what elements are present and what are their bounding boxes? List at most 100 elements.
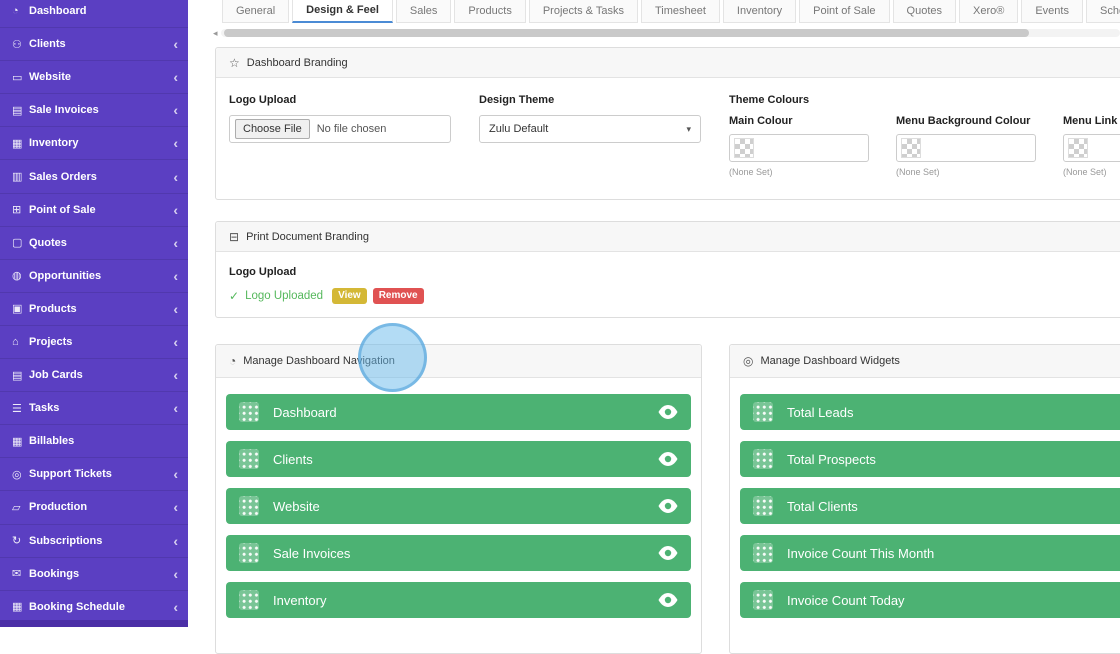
sidebar-item-projects[interactable]: ⌂ Projects ‹ bbox=[0, 326, 188, 360]
sidebar-item-point-of-sale[interactable]: ⊞ Point of Sale ‹ bbox=[0, 194, 188, 227]
tab-inventory[interactable]: Inventory bbox=[722, 0, 797, 23]
nav-sort-item-inventory[interactable]: Inventory bbox=[226, 582, 691, 618]
nav-sort-item-clients[interactable]: Clients bbox=[226, 441, 691, 477]
sidebar-item-bookings[interactable]: ✉ Bookings ‹ bbox=[0, 558, 188, 591]
sidebar-item-label: Clients bbox=[29, 38, 66, 51]
tab-sales[interactable]: Sales bbox=[395, 0, 452, 23]
sidebar-item-label: Point of Sale bbox=[29, 203, 96, 216]
sidebar-item-job-cards[interactable]: ▤ Job Cards ‹ bbox=[0, 359, 188, 393]
scrollbar-thumb[interactable] bbox=[223, 29, 1029, 37]
eye-icon[interactable] bbox=[658, 452, 678, 466]
remove-logo-button[interactable]: Remove bbox=[372, 288, 424, 304]
sidebar-item-inventory[interactable]: ▦ Inventory ‹ bbox=[0, 127, 188, 161]
tab-point-of-sale[interactable]: Point of Sale bbox=[799, 0, 890, 23]
sidebar-item-label: Billables bbox=[29, 435, 75, 448]
tab-timesheet[interactable]: Timesheet bbox=[640, 0, 720, 23]
sidebar-item-support-tickets[interactable]: ◎ Support Tickets ‹ bbox=[0, 458, 188, 492]
sidebar-item-sales-orders[interactable]: ▥ Sales Orders ‹ bbox=[0, 160, 188, 194]
drag-handle-icon[interactable] bbox=[753, 402, 773, 422]
chevron-left-icon: ‹ bbox=[173, 400, 178, 417]
sidebar-item-icon: ▦ bbox=[12, 601, 23, 614]
sidebar-item-products[interactable]: ▣ Products ‹ bbox=[0, 293, 188, 326]
eye-icon[interactable] bbox=[658, 405, 678, 419]
drag-handle-icon[interactable] bbox=[753, 543, 773, 563]
eye-icon[interactable] bbox=[658, 593, 678, 607]
colour-picker-menu-link-colour[interactable] bbox=[1063, 134, 1120, 162]
logo-uploaded-status: Logo Uploaded bbox=[245, 290, 324, 302]
chevron-left-icon: ‹ bbox=[173, 300, 178, 317]
widget-sort-item-total-clients[interactable]: Total Clients bbox=[740, 488, 1120, 524]
scroll-left-icon[interactable]: ◂ bbox=[213, 28, 218, 38]
horizontal-scrollbar: ◂ bbox=[213, 27, 1120, 39]
tab-schedule[interactable]: Schedule bbox=[1085, 0, 1120, 23]
widget-sort-item-invoice-count-this-month[interactable]: Invoice Count This Month bbox=[740, 535, 1120, 571]
colour-none-set-text: (None Set) bbox=[729, 167, 773, 177]
widget-item-label: Total Clients bbox=[787, 498, 858, 514]
sidebar-item-icon: ⌂ bbox=[12, 335, 19, 348]
tab-projects-tasks[interactable]: Projects & Tasks bbox=[528, 0, 638, 23]
sidebar-item-production[interactable]: ▱ Production ‹ bbox=[0, 491, 188, 525]
manage-widgets-icon: ◎ bbox=[743, 354, 754, 368]
drag-handle-icon[interactable] bbox=[239, 543, 259, 563]
dashboard-branding-body: Logo Upload Choose File No file chosen D… bbox=[216, 78, 1120, 193]
sidebar-item-label: Production bbox=[29, 501, 88, 514]
transparent-swatch-icon bbox=[901, 138, 921, 158]
sidebar-item-dashboard[interactable]: ◔ Dashboard ‹ bbox=[0, 0, 188, 29]
colour-picker-group: Menu Link Colour (None Set) bbox=[1063, 115, 1120, 177]
sidebar-item-sale-invoices[interactable]: ▤ Sale Invoices ‹ bbox=[0, 94, 188, 128]
drag-handle-icon[interactable] bbox=[753, 496, 773, 516]
colour-label-menu-link-colour: Menu Link Colour bbox=[1063, 115, 1120, 127]
sidebar-item-clients[interactable]: ⚇ Clients ‹ bbox=[0, 28, 188, 62]
sidebar-item-tasks[interactable]: ☰ Tasks ‹ bbox=[0, 392, 188, 426]
widget-sort-item-invoice-count-today[interactable]: Invoice Count Today bbox=[740, 582, 1120, 618]
sidebar-item-label: Bookings bbox=[29, 567, 80, 580]
tab-xero[interactable]: Xero® bbox=[959, 0, 1019, 23]
sidebar-item-website[interactable]: ▭ Website ‹ bbox=[0, 61, 188, 95]
drag-handle-icon[interactable] bbox=[753, 590, 773, 610]
chevron-left-icon: ‹ bbox=[173, 367, 178, 384]
colour-picker-main-colour[interactable] bbox=[729, 134, 869, 162]
drag-handle-icon[interactable] bbox=[239, 496, 259, 516]
nav-sort-item-website[interactable]: Website bbox=[226, 488, 691, 524]
drag-handle-icon[interactable] bbox=[239, 590, 259, 610]
tab-design-feel[interactable]: Design & Feel bbox=[292, 0, 393, 23]
scrollbar-track[interactable] bbox=[220, 29, 1120, 37]
dashboard-branding-card: ☆ Dashboard Branding Logo Upload Choose … bbox=[215, 47, 1120, 200]
chevron-left-icon: ‹ bbox=[173, 234, 178, 251]
design-theme-select[interactable]: Zulu Default ▾ bbox=[479, 115, 701, 143]
tab-events[interactable]: Events bbox=[1021, 0, 1083, 23]
nav-sort-item-sale-invoices[interactable]: Sale Invoices bbox=[226, 535, 691, 571]
sidebar-item-label: Tasks bbox=[29, 402, 60, 415]
colour-picker-menu-background-colour[interactable] bbox=[896, 134, 1036, 162]
eye-icon[interactable] bbox=[658, 499, 678, 513]
sidebar-item-booking-schedule[interactable]: ▦ Booking Schedule ‹ bbox=[0, 591, 188, 624]
chevron-left-icon: ‹ bbox=[173, 532, 178, 549]
drag-handle-icon[interactable] bbox=[753, 449, 773, 469]
tab-quotes[interactable]: Quotes bbox=[892, 0, 956, 23]
sidebar-item-partial[interactable] bbox=[0, 620, 188, 627]
tab-label: Schedule bbox=[1099, 5, 1120, 17]
widget-sort-item-total-leads[interactable]: Total Leads bbox=[740, 394, 1120, 430]
sidebar-item-icon: ☰ bbox=[12, 402, 22, 415]
sidebar-item-billables[interactable]: ▦ Billables ‹ bbox=[0, 425, 188, 459]
sidebar-item-quotes[interactable]: ▢ Quotes ‹ bbox=[0, 227, 188, 260]
tab-products[interactable]: Products bbox=[454, 0, 526, 23]
nav-sort-item-dashboard[interactable]: Dashboard bbox=[226, 394, 691, 430]
sidebar-item-opportunities[interactable]: ◍ Opportunities ‹ bbox=[0, 260, 188, 293]
manage-navigation-icon: ◔ bbox=[229, 354, 237, 368]
logo-file-input[interactable]: Choose File No file chosen bbox=[229, 115, 451, 143]
sidebar-item-icon: ↻ bbox=[12, 535, 22, 548]
tab-general[interactable]: General bbox=[222, 0, 290, 23]
sidebar-item-icon: ▢ bbox=[12, 237, 23, 250]
choose-file-button[interactable]: Choose File bbox=[235, 119, 310, 139]
design-theme-field: Design Theme Zulu Default ▾ bbox=[479, 94, 729, 177]
sidebar-item-subscriptions[interactable]: ↻ Subscriptions ‹ bbox=[0, 525, 188, 558]
drag-handle-icon[interactable] bbox=[239, 402, 259, 422]
drag-handle-icon[interactable] bbox=[239, 449, 259, 469]
manage-widgets-panel: ◎ Manage Dashboard Widgets Total Leads T… bbox=[729, 344, 1120, 654]
widget-sort-item-total-prospects[interactable]: Total Prospects bbox=[740, 441, 1120, 477]
chevron-left-icon: ‹ bbox=[173, 466, 178, 483]
eye-icon[interactable] bbox=[658, 546, 678, 560]
view-logo-button[interactable]: View bbox=[332, 288, 367, 304]
sidebar-item-label: Products bbox=[29, 302, 77, 315]
